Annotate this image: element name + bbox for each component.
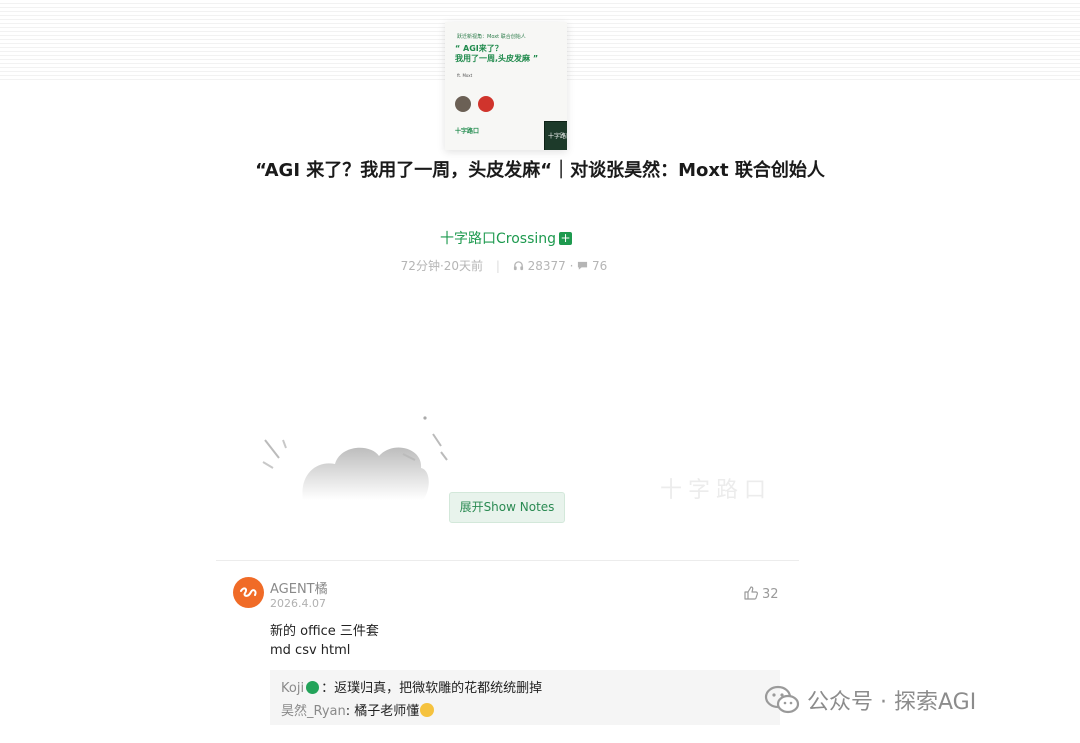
wechat-watermark: 公众号 · 探索AGI: [763, 684, 976, 716]
creator-badge-icon: [306, 681, 320, 694]
duration-age: 72分钟·20天前: [400, 259, 484, 273]
episode-cover[interactable]: 跃迁新视角：Moxt 联合创始人 “ AGI来了？ 我用了一周,头皮发麻 ” f…: [445, 22, 567, 150]
channel-link[interactable]: 十字路口Crossing +: [0, 228, 1012, 248]
cover-logo: 十字路口: [544, 121, 567, 150]
like-count: 32: [762, 587, 779, 602]
comment-count: 76: [592, 259, 608, 273]
like-button[interactable]: 32: [743, 585, 779, 602]
reply-author[interactable]: Koji: [281, 681, 304, 696]
listen-count: 28377: [527, 259, 566, 273]
reply-text: : 橘子老师懂: [345, 704, 420, 719]
reply-item: Koji ：返璞归真，把微软雕的花都统统删掉: [281, 677, 542, 696]
replies-box: Koji ：返璞归真，把微软雕的花都统统删掉 昊然_Ryan: 橘子老师懂: [270, 670, 780, 725]
channel-name: 十字路口Crossing: [439, 231, 557, 247]
reply-author[interactable]: 昊然_Ryan: [281, 704, 346, 719]
wechat-icon: [764, 685, 800, 714]
cover-quote: “ AGI来了？ 我用了一周,头皮发麻 ”: [455, 44, 539, 63]
episode-title: “AGI 来了？我用了一周，头皮发麻“｜对谈张昊然：Moxt 联合创始人: [255, 160, 825, 181]
episode-meta: 72分钟·20天前 | 28377 · 76: [0, 257, 1008, 274]
cover-top-line: 跃迁新视角：Moxt 联合创始人: [457, 34, 526, 40]
host-avatar: [478, 96, 494, 112]
scribble-icon: [240, 587, 257, 597]
watermark-text: 公众号 · 探索AGI: [807, 690, 977, 715]
follow-plus-icon[interactable]: +: [559, 232, 573, 245]
cover-brand: 十字路口: [455, 128, 480, 135]
thumbs-up-icon: [744, 586, 758, 600]
faint-brand-watermark: 十字路口: [660, 478, 773, 503]
guest-avatar: [455, 96, 471, 112]
comment-text-line-2: md csv html: [270, 643, 351, 658]
divider: [216, 560, 799, 561]
cover-small-text: ft. Moxt: [457, 73, 473, 78]
comment-icon: [578, 261, 588, 270]
commenter-name[interactable]: AGENT橘: [270, 578, 328, 597]
headphones-icon: [513, 261, 523, 271]
reply-text: ：返璞归真，把微软雕的花都统统删掉: [321, 681, 543, 696]
comment-text-line-1: 新的 office 三件套: [270, 624, 379, 639]
smirk-emoji-icon: [420, 703, 435, 717]
reply-item: 昊然_Ryan: 橘子老师懂: [281, 700, 435, 719]
meta-dot: ·: [569, 259, 578, 273]
meta-divider: |: [495, 259, 500, 273]
commenter-avatar[interactable]: [233, 577, 264, 608]
comment-date: 2026.4.07: [270, 597, 326, 610]
expand-show-notes-button[interactable]: 展开Show Notes: [449, 492, 565, 523]
